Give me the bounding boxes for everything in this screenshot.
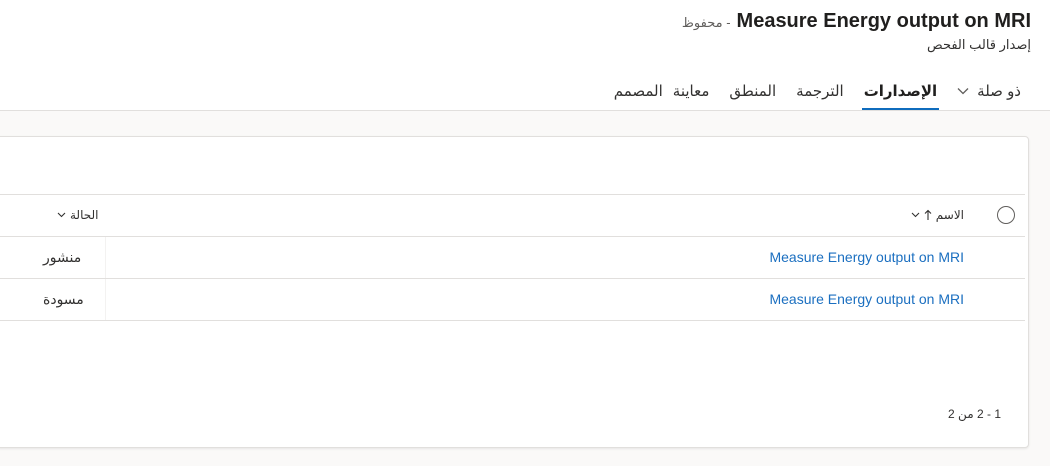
column-divider <box>105 279 106 320</box>
save-status: - محفوظ <box>681 15 731 30</box>
table-row[interactable]: Measure Energy output on MRI منشور <box>0 237 1025 279</box>
tab-label: المصمم <box>613 83 663 100</box>
form-header: Measure Energy output on MRI - محفوظ إصد… <box>0 0 1050 111</box>
tab-designer[interactable]: المصمم <box>604 72 663 110</box>
column-header-label: الحالة <box>70 208 99 222</box>
status-cell: منشور <box>43 249 82 265</box>
column-header-name[interactable]: الاسم <box>911 208 964 222</box>
tab-label: ذو صلة <box>977 83 1021 100</box>
version-name-link[interactable]: Measure Energy output on MRI <box>769 249 964 265</box>
tab-label: المنطق <box>729 83 777 100</box>
title-line: Measure Energy output on MRI - محفوظ <box>682 10 1031 33</box>
tab-label: الترجمة <box>796 83 844 100</box>
table-row[interactable]: Measure Energy output on MRI مسودة <box>0 279 1025 321</box>
chevron-down-icon <box>57 212 66 218</box>
select-all-checkbox[interactable] <box>997 206 1015 224</box>
status-cell: مسودة <box>43 291 84 307</box>
entity-subtitle: إصدار قالب الفحص <box>927 37 1031 52</box>
pagination-summary: 1 - 2 من 2 <box>948 407 1001 421</box>
version-name-link[interactable]: Measure Energy output on MRI <box>769 291 964 307</box>
chevron-down-icon <box>911 212 920 218</box>
chevron-down-icon <box>957 87 969 95</box>
column-divider <box>105 237 106 278</box>
arrow-up-icon <box>924 209 932 220</box>
tab-logic[interactable]: المنطق <box>719 72 786 110</box>
grid-header: الاسم الحالة <box>0 194 1025 237</box>
page-title: Measure Energy output on MRI <box>736 10 1031 32</box>
tab-versions[interactable]: الإصدارات <box>854 72 947 110</box>
column-header-label: الاسم <box>935 208 964 222</box>
column-header-status[interactable]: الحالة <box>57 208 98 222</box>
versions-grid-card: الاسم الحالة Measure Energy output on MR… <box>0 136 1029 448</box>
tab-label: معاينة <box>672 83 710 100</box>
form-tabs: المصمم معاينة المنطق الترجمة الإصدارات ذ… <box>604 72 1031 110</box>
tab-related[interactable]: ذو صلة <box>947 72 1031 110</box>
tab-translation[interactable]: الترجمة <box>786 72 854 110</box>
tab-preview[interactable]: معاينة <box>663 72 720 110</box>
tab-label: الإصدارات <box>863 83 938 100</box>
